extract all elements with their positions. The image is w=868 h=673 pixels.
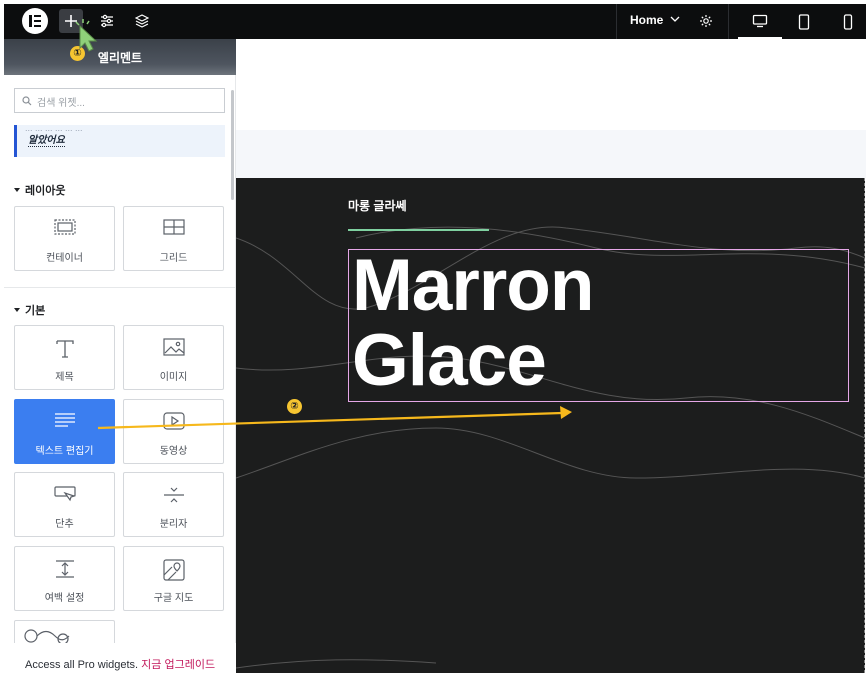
cursor-pointer-icon xyxy=(75,19,98,52)
elementor-editor: Home 엘리멘트 검색 위젯... ... ... ... ... ... .… xyxy=(0,0,868,673)
step-2-marker: ② xyxy=(287,399,302,414)
drag-arrow-annotation xyxy=(97,406,572,430)
